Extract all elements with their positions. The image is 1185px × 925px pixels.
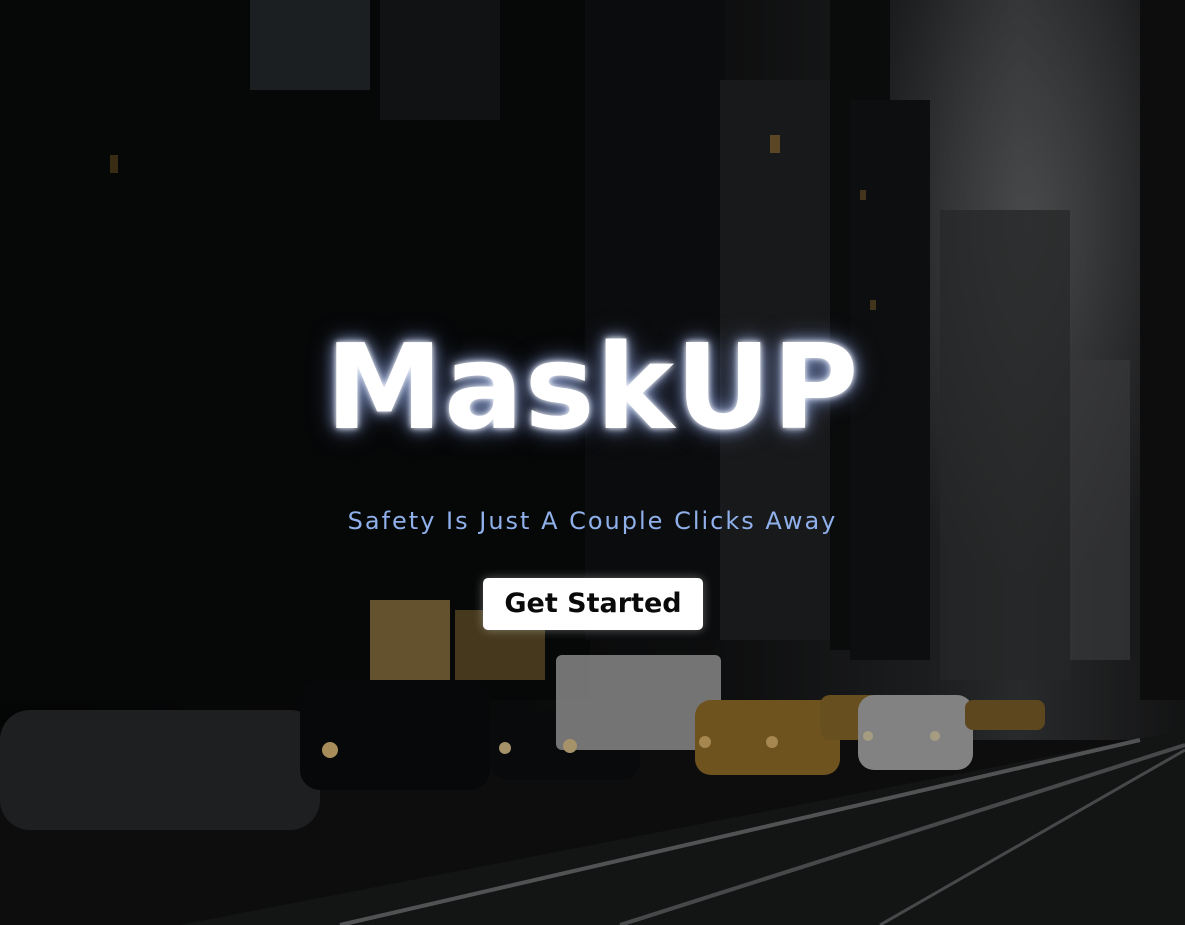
hero-section: MaskUP Safety Is Just A Couple Clicks Aw…	[0, 0, 1185, 925]
tagline: Safety Is Just A Couple Clicks Away	[347, 507, 838, 535]
get-started-button[interactable]: Get Started	[483, 578, 703, 630]
hero-content: MaskUP Safety Is Just A Couple Clicks Aw…	[0, 0, 1185, 925]
brand-title: MaskUP	[325, 318, 860, 456]
